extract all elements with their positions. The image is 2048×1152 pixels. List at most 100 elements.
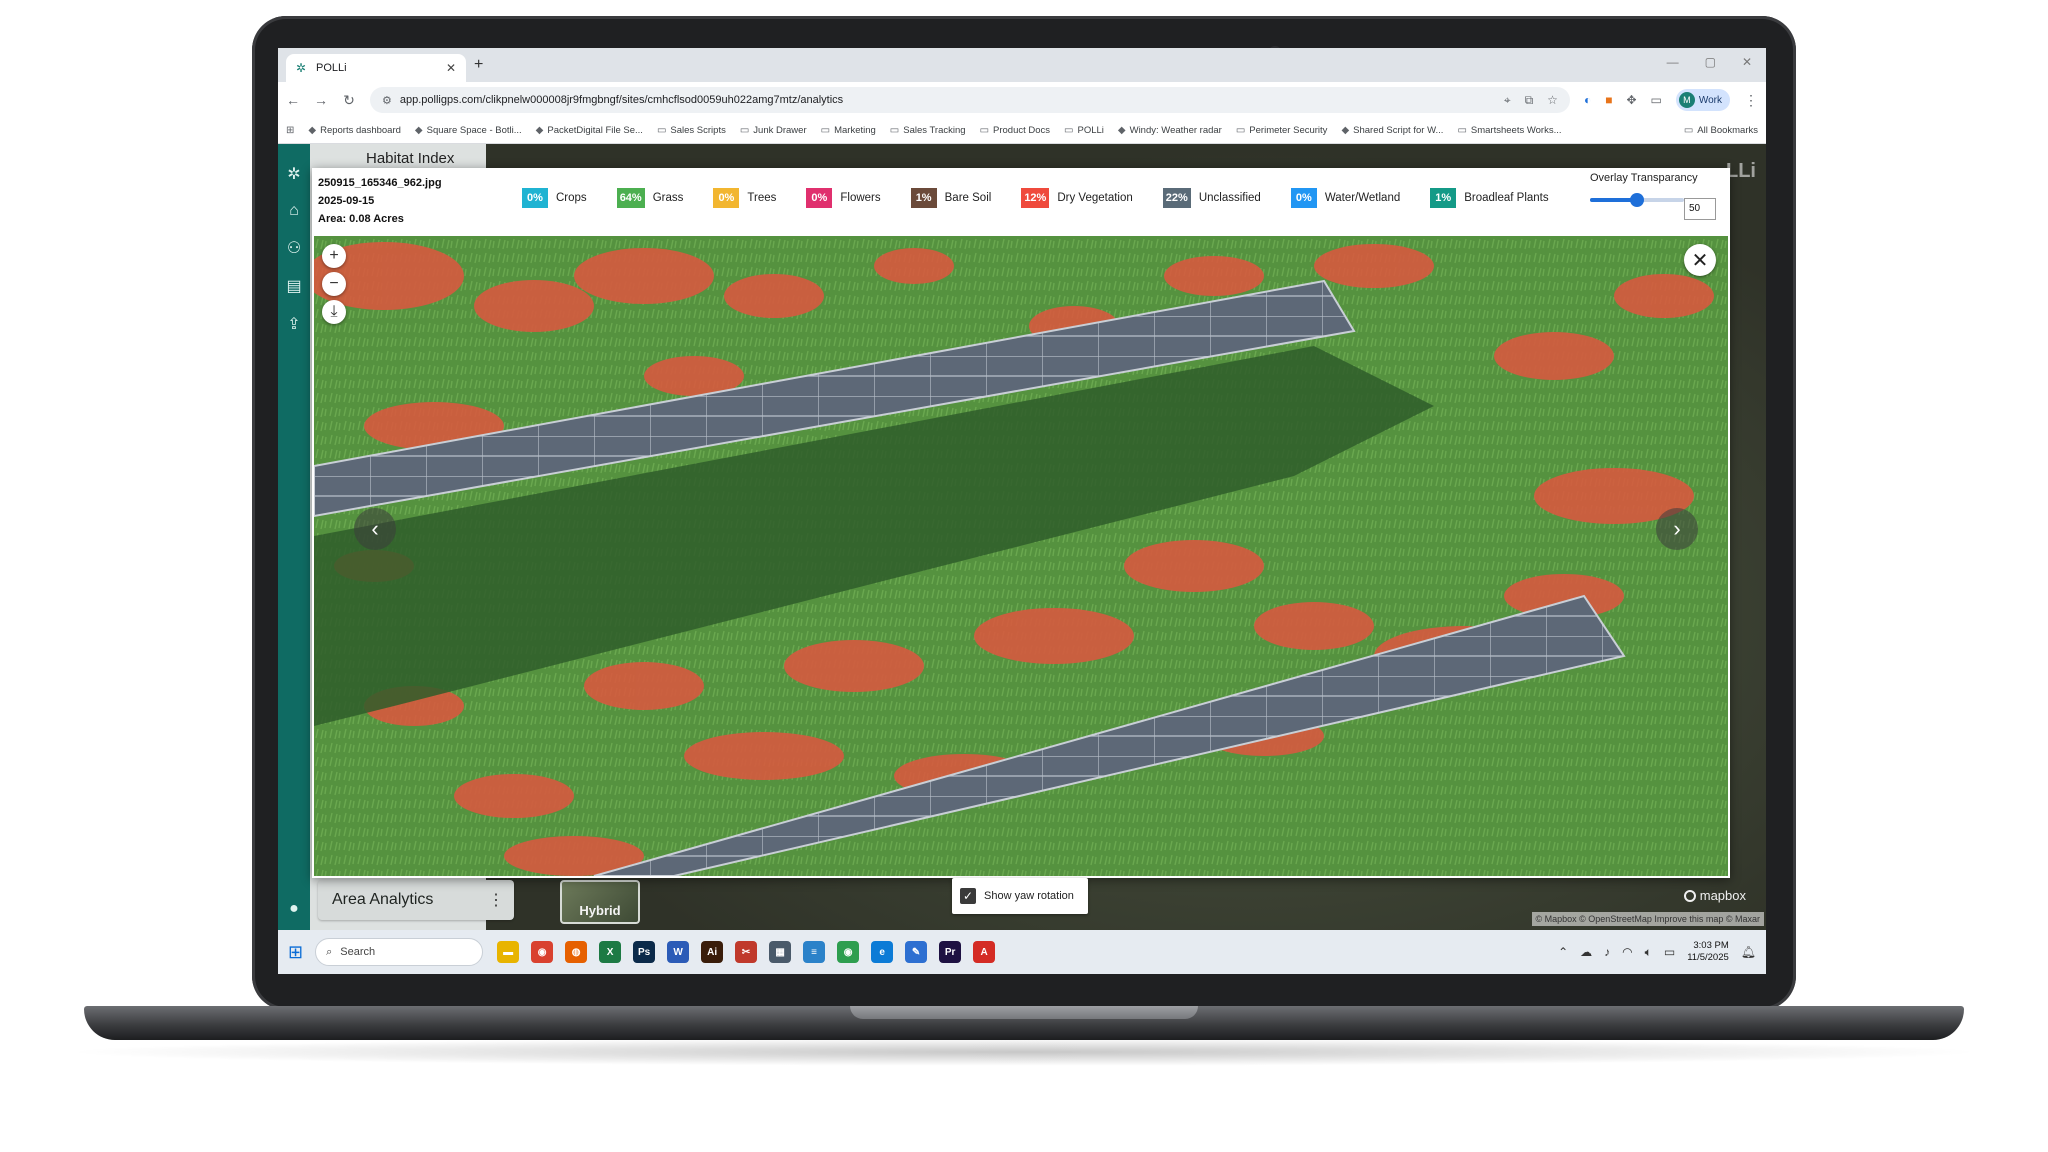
area-analytics-card[interactable]: Area Analytics ⋮ <box>318 880 514 920</box>
legend-label: Flowers <box>840 192 881 204</box>
bookmark-item[interactable]: ◆ Square Space - Botli... <box>415 125 522 136</box>
overlay-value-input[interactable]: 50 <box>1684 198 1716 220</box>
install-app-icon[interactable]: ⧉ <box>1525 93 1534 108</box>
folder-icon: ▭ <box>889 125 900 136</box>
image-filename: 250915_165346_962.jpg <box>318 177 442 189</box>
edge-icon[interactable]: e <box>871 941 894 963</box>
minimize-icon[interactable]: — <box>1667 55 1679 69</box>
address-bar-row: ← → ↻ ⚙ app.polligps.com/clikpnelw000008… <box>278 82 1766 118</box>
bookmark-item[interactable]: ▭ Perimeter Security <box>1236 125 1328 136</box>
clock-time: 3:03 PM <box>1693 940 1729 951</box>
side-panel-icon[interactable]: ▭ <box>1651 93 1662 107</box>
forward-icon[interactable]: → <box>314 92 328 108</box>
battery-icon[interactable]: ▭ <box>1664 945 1675 959</box>
more-icon[interactable]: ⋮ <box>488 890 504 910</box>
volume-icon[interactable]: 🔈︎ <box>1645 945 1652 960</box>
bookmark-item[interactable]: ◆ Windy: Weather radar <box>1118 125 1222 136</box>
extension-2-icon[interactable]: ■ <box>1605 93 1612 107</box>
chevron-up-icon[interactable]: ⌃ <box>1558 945 1568 959</box>
microphone-icon[interactable]: ♪ <box>1604 945 1610 959</box>
excel-icon[interactable]: X <box>599 941 622 963</box>
legend-label: Unclassified <box>1198 192 1261 204</box>
polli-favicon-icon: ✲ <box>296 61 307 75</box>
windows-start-icon[interactable]: ⊞ <box>288 942 303 963</box>
taskbar-search[interactable]: ⌕ Search <box>315 938 484 966</box>
omnibox[interactable]: ⚙ app.polligps.com/clikpnelw000008jr9fmg… <box>370 87 1570 113</box>
location-icon[interactable]: ⌖ <box>1504 93 1511 108</box>
photoshop-icon[interactable]: Ps <box>633 941 656 963</box>
cloud-icon[interactable]: ☁ <box>1580 945 1592 959</box>
bookmark-item[interactable]: ▭ Smartsheets Works... <box>1457 125 1561 136</box>
back-icon[interactable]: ← <box>286 92 300 108</box>
word-icon[interactable]: W <box>667 941 690 963</box>
checkbox-checked-icon[interactable]: ✓ <box>960 888 976 904</box>
close-modal-button[interactable]: ✕ <box>1684 244 1716 276</box>
browser-tab[interactable]: ✲ POLLi ✕ <box>286 54 466 82</box>
apps-grid-icon[interactable]: ⊞ <box>286 125 294 136</box>
image-meta: 250915_165346_962.jpg 2025-09-15 Area: 0… <box>318 174 442 228</box>
bookmark-item[interactable]: ▭ Product Docs <box>980 125 1050 136</box>
browser-menu-icon[interactable]: ⋮ <box>1744 92 1758 109</box>
area-analytics-title: Area Analytics <box>332 891 434 908</box>
bookmark-item[interactable]: ◆ Reports dashboard <box>308 125 401 136</box>
legend-percent: 64% <box>616 188 645 208</box>
acrobat-icon[interactable]: A <box>973 941 996 963</box>
download-button[interactable]: ⤓ <box>322 300 346 324</box>
clock[interactable]: 3:03 PM 11/5/2025 <box>1687 940 1729 964</box>
laptop-notch <box>850 1006 1198 1019</box>
reload-icon[interactable]: ↻ <box>342 92 356 109</box>
map-attribution[interactable]: © Mapbox © OpenStreetMap Improve this ma… <box>1531 912 1764 926</box>
new-tab-icon[interactable]: + <box>474 56 483 74</box>
extension-1-icon[interactable]: ◐ <box>1584 93 1591 107</box>
home-icon[interactable]: ⌂ <box>289 202 299 220</box>
notification-bell-icon[interactable]: 🔔︎ <box>1741 945 1756 959</box>
bookmark-label: Marketing <box>834 125 876 136</box>
zoom-in-button[interactable]: + <box>322 244 346 268</box>
url-text[interactable]: app.polligps.com/clikpnelw000008jr9fmgbn… <box>400 94 843 106</box>
firefox-icon[interactable]: ◍ <box>565 941 588 963</box>
maximize-icon[interactable]: ▢ <box>1705 55 1716 69</box>
bookmark-item[interactable]: ▭ POLLi <box>1064 125 1104 136</box>
bookmark-label: PacketDigital File Se... <box>547 125 643 136</box>
bookmark-item[interactable]: ▭ Junk Drawer <box>740 125 807 136</box>
slider-knob[interactable] <box>1630 193 1644 207</box>
bookmark-item[interactable]: ◆ Shared Script for W... <box>1341 125 1443 136</box>
bookmark-star-icon[interactable]: ☆ <box>1547 93 1558 108</box>
file-explorer-icon[interactable]: ▬ <box>497 941 520 963</box>
overlay-slider[interactable] <box>1590 193 1684 207</box>
yaw-rotation-toggle[interactable]: ✓ Show yaw rotation <box>952 878 1088 914</box>
premiere-icon[interactable]: Pr <box>939 941 962 963</box>
user-icon[interactable]: ● <box>289 900 299 918</box>
paint-icon[interactable]: ✎ <box>905 941 928 963</box>
hybrid-layer-toggle[interactable]: Hybrid <box>560 880 640 924</box>
wifi-icon[interactable]: ◠ <box>1622 945 1632 959</box>
calculator-icon[interactable]: ▦ <box>769 941 792 963</box>
tab-close-icon[interactable]: ✕ <box>446 61 456 75</box>
chrome-2-icon[interactable]: ◉ <box>837 941 860 963</box>
extensions-puzzle-icon[interactable]: ✥ <box>1626 93 1636 107</box>
bookmark-item[interactable]: ◆ PacketDigital File Se... <box>536 125 643 136</box>
site-info-icon[interactable]: ⚙ <box>382 94 392 107</box>
all-bookmarks[interactable]: ▭ All Bookmarks <box>1684 125 1758 136</box>
document-icon[interactable]: ▤ <box>286 276 301 296</box>
next-image-button[interactable]: › <box>1656 508 1698 550</box>
bookmark-item[interactable]: ▭ Sales Scripts <box>657 125 726 136</box>
users-icon[interactable]: ⚇ <box>287 238 301 258</box>
illustrator-icon[interactable]: Ai <box>701 941 724 963</box>
snipping-icon[interactable]: ✂ <box>735 941 758 963</box>
previous-image-button[interactable]: ‹ <box>354 508 396 550</box>
bookmark-label: Junk Drawer <box>753 125 807 136</box>
taskbar-search-placeholder: Search <box>340 946 376 958</box>
profile-chip[interactable]: M Work <box>1675 89 1730 111</box>
bookmark-item[interactable]: ▭ Marketing <box>821 125 876 136</box>
hybrid-label: Hybrid <box>579 903 621 918</box>
image-area: Area: 0.08 Acres <box>318 213 404 225</box>
bookmark-item[interactable]: ▭ Sales Tracking <box>890 125 966 136</box>
zoom-out-button[interactable]: − <box>322 272 346 296</box>
chrome-icon[interactable]: ◉ <box>531 941 554 963</box>
notepad-icon[interactable]: ≡ <box>803 941 826 963</box>
polli-logo-icon[interactable]: ✲ <box>287 164 300 184</box>
upload-icon[interactable]: ⇪ <box>287 314 300 334</box>
window-controls: — ▢ ✕ <box>1667 55 1752 69</box>
window-close-icon[interactable]: ✕ <box>1742 55 1752 69</box>
